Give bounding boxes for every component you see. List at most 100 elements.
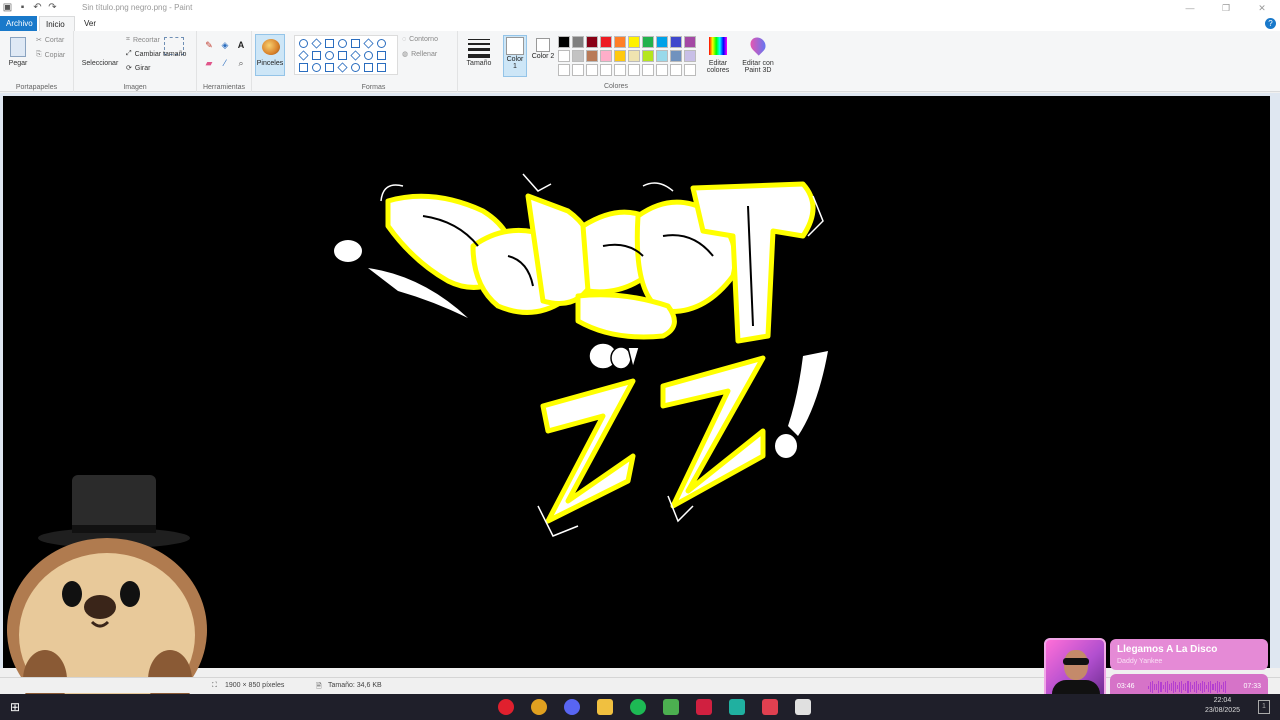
tab-file[interactable]: Archivo [0, 16, 37, 31]
fill-button[interactable]: ◍ Rellenar [402, 50, 437, 59]
shape-icon[interactable] [338, 39, 347, 48]
paint3d-button[interactable]: Editar con Paint 3D [738, 60, 778, 74]
tab-view[interactable]: Ver [78, 16, 102, 31]
shape-icon[interactable] [298, 50, 309, 61]
text-tool-icon[interactable]: A [235, 39, 247, 51]
palette-swatch[interactable] [642, 50, 654, 62]
palette-swatch[interactable] [600, 64, 612, 76]
files-icon[interactable] [597, 699, 613, 715]
minimize-button[interactable]: — [1172, 0, 1208, 16]
paste-button[interactable]: Pegar [6, 60, 30, 67]
palette-swatch[interactable] [614, 64, 626, 76]
palette-swatch[interactable] [572, 50, 584, 62]
palette-swatch[interactable] [670, 64, 682, 76]
palette-swatch[interactable] [656, 36, 668, 48]
shape-icon[interactable] [338, 51, 347, 60]
resize-button[interactable]: ⤢ Cambiar tamaño [126, 50, 186, 58]
color2-selector[interactable]: Color 2 [531, 35, 555, 77]
shape-icon[interactable] [325, 51, 334, 60]
line-size-icon[interactable] [468, 39, 490, 58]
edit-colors-button[interactable]: Editar colores [700, 60, 736, 74]
help-icon[interactable]: ? [1265, 18, 1276, 29]
valorant-icon[interactable] [762, 699, 778, 715]
notification-icon[interactable]: 1 [1258, 700, 1270, 714]
outline-button[interactable]: ◌ Contorno [402, 36, 438, 43]
fill-bucket-icon[interactable]: ◈ [219, 39, 231, 51]
shape-icon[interactable] [337, 62, 348, 73]
shape-icon[interactable] [377, 63, 386, 72]
palette-swatch[interactable] [670, 36, 682, 48]
palette-swatch[interactable] [614, 36, 626, 48]
shapes-gallery[interactable] [294, 35, 398, 75]
shape-icon[interactable] [299, 63, 308, 72]
palette-swatch[interactable] [586, 36, 598, 48]
shape-icon[interactable] [363, 38, 374, 49]
color1-selector[interactable]: Color 1 [503, 35, 527, 77]
undo-icon[interactable]: ↶ [32, 2, 43, 13]
crop-button[interactable]: ⌗ Recortar [126, 36, 160, 44]
palette-swatch[interactable] [670, 50, 682, 62]
brushes-button[interactable]: Pinceles [255, 34, 285, 76]
size-button[interactable]: Tamaño [458, 60, 500, 67]
palette-swatch[interactable] [558, 64, 570, 76]
windows-start-icon[interactable]: ⊞ [10, 700, 24, 714]
palette-swatch[interactable] [572, 36, 584, 48]
close-button[interactable]: ✕ [1244, 0, 1280, 16]
shape-icon[interactable] [311, 38, 322, 49]
app-x-icon[interactable] [696, 699, 712, 715]
cut-button[interactable]: ✂ Cortar [36, 36, 64, 45]
palette-swatch[interactable] [628, 50, 640, 62]
shape-icon[interactable] [312, 51, 321, 60]
shape-icon[interactable] [364, 51, 373, 60]
shape-icon[interactable] [364, 63, 373, 72]
redo-icon[interactable]: ↷ [47, 2, 58, 13]
opera-icon[interactable] [498, 699, 514, 715]
discord-icon[interactable] [564, 699, 580, 715]
terminal-icon[interactable] [729, 699, 745, 715]
shape-icon[interactable] [312, 63, 321, 72]
palette-swatch[interactable] [656, 64, 668, 76]
palette-swatch[interactable] [558, 50, 570, 62]
palette-swatch[interactable] [656, 50, 668, 62]
palette-swatch[interactable] [628, 36, 640, 48]
palette-swatch[interactable] [684, 64, 696, 76]
magnifier-icon[interactable]: ⌕ [235, 57, 247, 69]
eraser-icon[interactable]: ▰ [203, 57, 215, 69]
save-icon[interactable]: ▪ [17, 2, 28, 13]
palette-swatch[interactable] [684, 36, 696, 48]
rotate-button[interactable]: ⟳ Girar [126, 64, 150, 73]
color-picker-icon[interactable]: ⁄ [219, 57, 231, 69]
copy-button[interactable]: ⎘ Copiar [36, 51, 65, 59]
select-button[interactable]: Seleccionar [79, 60, 121, 67]
spotify-icon[interactable] [630, 699, 646, 715]
edit-colors-icon[interactable] [709, 37, 727, 55]
paste-icon[interactable] [10, 37, 26, 57]
chrome-icon[interactable] [531, 699, 547, 715]
tab-home[interactable]: Inicio [39, 16, 75, 31]
palette-swatch[interactable] [614, 50, 626, 62]
shape-icon[interactable] [350, 50, 361, 61]
palette-swatch[interactable] [642, 64, 654, 76]
paint3d-icon[interactable] [747, 34, 769, 56]
maximize-button[interactable]: ❐ [1208, 0, 1244, 16]
system-clock[interactable]: 22:04 23/08/2025 [1205, 696, 1240, 716]
palette-swatch[interactable] [558, 36, 570, 48]
palette-swatch[interactable] [642, 36, 654, 48]
shape-icon[interactable] [351, 63, 360, 72]
shape-icon[interactable] [299, 39, 308, 48]
shape-icon[interactable] [325, 63, 334, 72]
shape-icon[interactable] [325, 39, 334, 48]
pencil-icon[interactable]: ✎ [203, 39, 215, 51]
shape-icon[interactable] [351, 39, 360, 48]
palette-swatch[interactable] [572, 64, 584, 76]
palette-swatch[interactable] [586, 64, 598, 76]
minecraft-icon[interactable] [663, 699, 679, 715]
paint-icon[interactable] [795, 699, 811, 715]
shape-icon[interactable] [377, 39, 386, 48]
palette-swatch[interactable] [600, 36, 612, 48]
palette-swatch[interactable] [628, 64, 640, 76]
palette-swatch[interactable] [684, 50, 696, 62]
palette-swatch[interactable] [586, 50, 598, 62]
shape-icon[interactable] [377, 51, 386, 60]
palette-swatch[interactable] [600, 50, 612, 62]
